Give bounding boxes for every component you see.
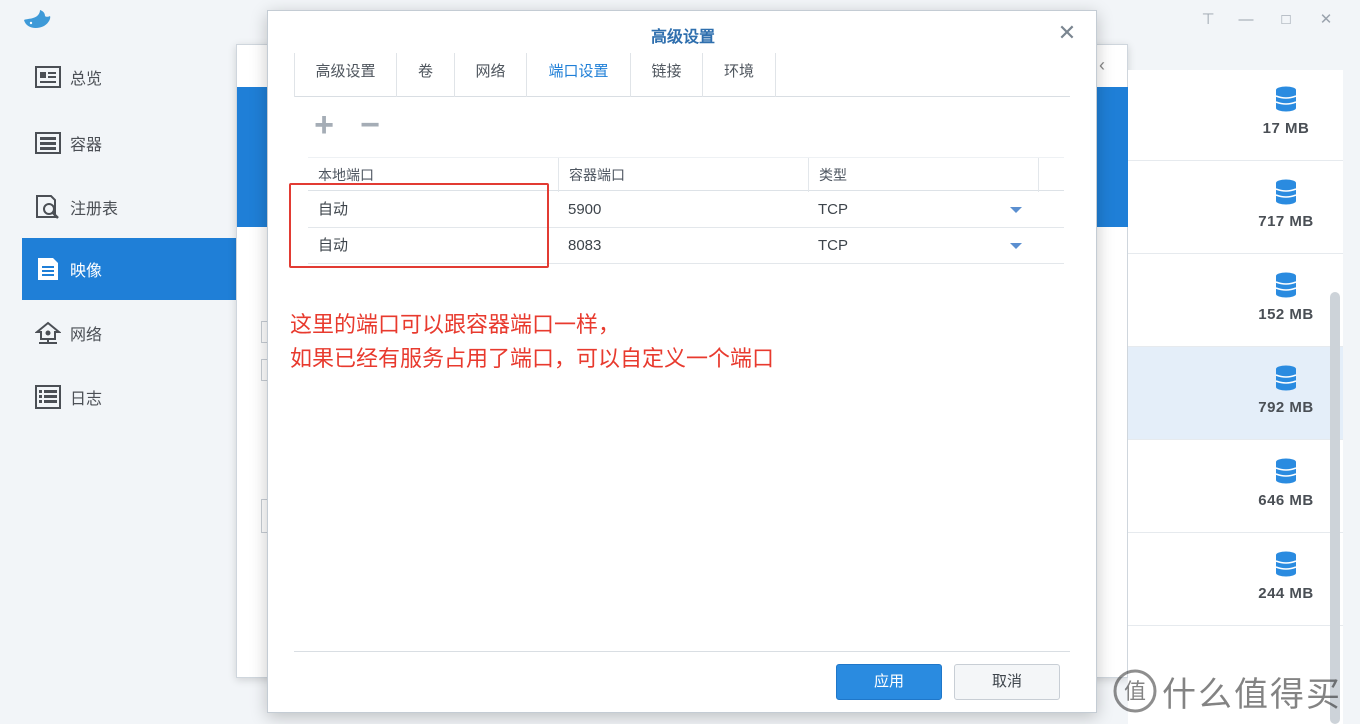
watermark: 值 什么值得买 — [1112, 666, 1358, 716]
footer-divider — [294, 651, 1070, 652]
type-select[interactable]: TCP — [808, 228, 1028, 264]
sidebar-item-overview[interactable]: 总览 — [22, 46, 236, 108]
sidebar-item-label: 网络 — [70, 327, 103, 344]
maximize-icon[interactable]: □ — [1276, 10, 1296, 30]
registry-icon — [34, 194, 62, 220]
pin-icon[interactable]: ⊤ — [1198, 10, 1218, 30]
container-icon — [34, 130, 62, 156]
cancel-button[interactable]: 取消 — [954, 664, 1060, 700]
overview-icon — [34, 64, 62, 90]
annotation-line-2: 如果已经有服务占用了端口，可以自定义一个端口 — [290, 346, 775, 371]
image-list-row[interactable]: 717 MB — [1128, 161, 1343, 254]
image-size-label: 792 MB — [1258, 399, 1314, 416]
network-icon — [34, 320, 62, 346]
container-port-cell: 5900 — [568, 201, 602, 218]
database-icon — [1275, 551, 1297, 577]
header-type[interactable]: 类型 — [808, 158, 1038, 192]
database-icon — [1275, 272, 1297, 298]
chevron-down-icon[interactable] — [1010, 243, 1022, 249]
sidebar-item-label: 注册表 — [70, 201, 119, 218]
image-icon — [34, 256, 62, 282]
tab-port-settings[interactable]: 端口设置 — [526, 53, 630, 97]
close-icon[interactable]: ✕ — [1316, 10, 1336, 30]
tab-network[interactable]: 网络 — [454, 53, 526, 97]
background-close-icon[interactable]: ‹ — [1099, 55, 1105, 76]
apply-button[interactable]: 应用 — [836, 664, 942, 700]
svg-text:值: 值 — [1124, 680, 1146, 705]
type-select[interactable]: TCP — [808, 192, 1028, 228]
sidebar-item-label: 总览 — [70, 71, 103, 88]
sidebar-item-log[interactable]: 日志 — [22, 366, 236, 428]
header-container-port[interactable]: 容器端口 — [558, 158, 808, 192]
sidebar: 总览 容器 注册表 映像 网络 日志 — [0, 46, 236, 724]
container-port-cell: 8083 — [568, 237, 602, 254]
chevron-down-icon[interactable] — [1010, 207, 1022, 213]
tab-volume[interactable]: 卷 — [396, 53, 454, 97]
dialog-title: 高级设置 — [650, 29, 715, 46]
tab-advanced-settings[interactable]: 高级设置 — [294, 53, 396, 97]
header-spacer — [1038, 158, 1064, 192]
remove-port-button[interactable]: − — [354, 108, 386, 143]
sidebar-item-label: 容器 — [70, 137, 103, 154]
image-size-label: 152 MB — [1258, 306, 1314, 323]
image-size-list: 17 MB 717 MB 152 MB 792 MB 646 MB 244 MB — [1128, 70, 1343, 724]
sidebar-item-network[interactable]: 网络 — [22, 302, 236, 364]
database-icon — [1275, 179, 1297, 205]
minimize-icon[interactable]: — — [1236, 10, 1256, 30]
image-list-row[interactable]: 152 MB — [1128, 254, 1343, 347]
log-icon — [34, 384, 62, 410]
image-list-row[interactable]: 646 MB — [1128, 440, 1343, 533]
add-port-button[interactable]: + — [308, 108, 340, 143]
tab-bar: 高级设置 卷 网络 端口设置 链接 环境 — [294, 53, 1070, 97]
scrollbar[interactable] — [1330, 292, 1340, 724]
zhi-logo-icon: 值 — [1113, 669, 1157, 713]
sidebar-item-image[interactable]: 映像 — [22, 238, 236, 300]
annotation-note: 这里的端口可以跟容器端口一样， 如果已经有服务占用了端口，可以自定义一个端口 — [290, 308, 930, 376]
image-size-label: 17 MB — [1262, 120, 1310, 137]
watermark-text: 什么值得买 — [1162, 675, 1342, 714]
image-size-label: 717 MB — [1258, 213, 1314, 230]
sidebar-item-label: 日志 — [70, 391, 103, 408]
database-icon — [1275, 86, 1297, 112]
image-list-row[interactable]: 17 MB — [1128, 68, 1343, 161]
close-icon[interactable]: ✕ — [1056, 22, 1078, 45]
highlight-box — [289, 183, 549, 268]
tab-links[interactable]: 链接 — [630, 53, 702, 97]
tab-environment[interactable]: 环境 — [702, 53, 776, 97]
docker-whale-logo — [24, 10, 51, 28]
database-icon — [1275, 458, 1297, 484]
sidebar-item-label: 映像 — [70, 263, 103, 280]
image-list-row[interactable]: 244 MB — [1128, 533, 1343, 626]
image-size-label: 646 MB — [1258, 492, 1314, 509]
image-list-row[interactable]: 792 MB — [1128, 347, 1343, 440]
image-size-label: 244 MB — [1258, 585, 1314, 602]
sidebar-item-registry[interactable]: 注册表 — [22, 176, 236, 238]
annotation-line-1: 这里的端口可以跟容器端口一样， — [290, 312, 621, 337]
database-icon — [1275, 365, 1297, 391]
sidebar-item-container[interactable]: 容器 — [22, 112, 236, 174]
